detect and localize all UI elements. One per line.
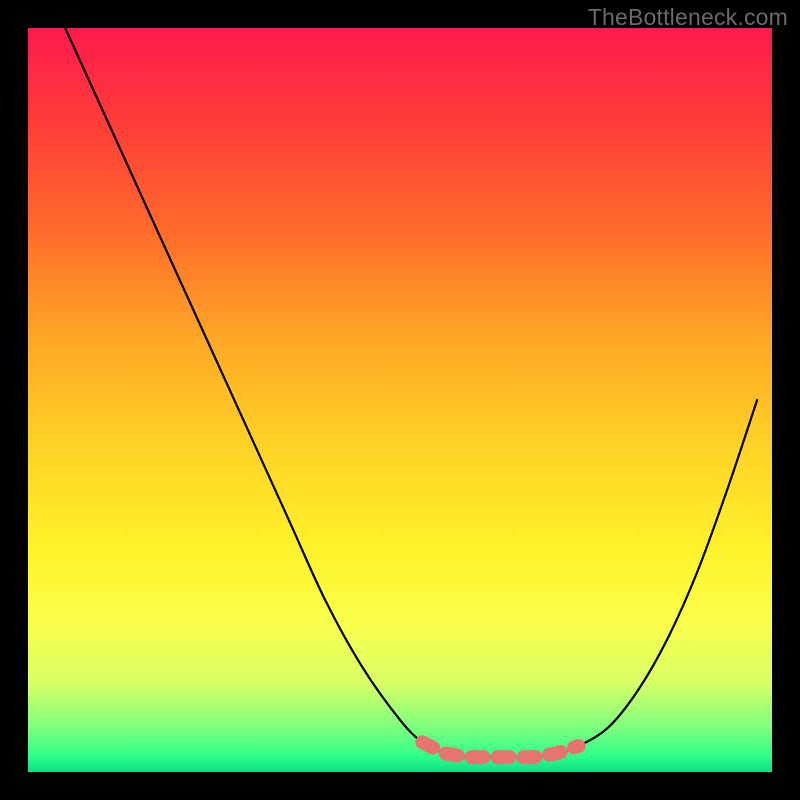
curve-layer (28, 28, 772, 772)
plot-area (28, 28, 772, 772)
watermark-text: TheBottleneck.com (588, 4, 788, 31)
highlight-band-path (422, 742, 578, 757)
bottleneck-curve-path (65, 28, 757, 757)
chart-stage: TheBottleneck.com (0, 0, 800, 800)
